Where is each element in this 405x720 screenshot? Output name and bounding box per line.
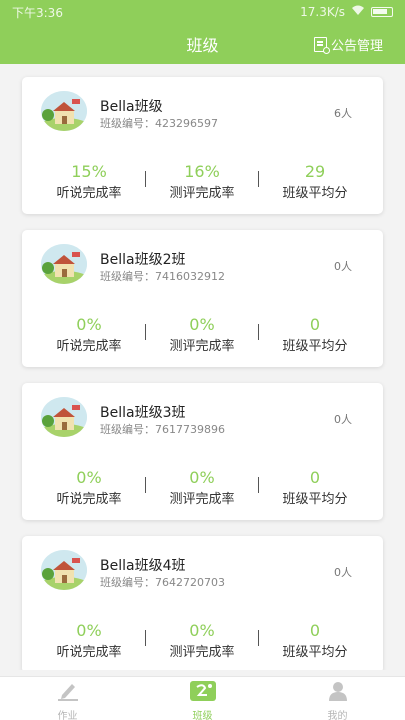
stat-value: 0% <box>189 468 215 487</box>
stat-label: 班级平均分 <box>282 492 348 507</box>
divider <box>145 171 146 187</box>
stat-label: 测评完成率 <box>169 186 235 201</box>
class-id: 班级编号：7642720703 <box>100 576 225 589</box>
stat-value: 29 <box>304 162 326 181</box>
stat-average: 29 班级平均分 <box>265 162 365 202</box>
class-avatar-icon <box>41 91 87 131</box>
stat-label: 听说完成率 <box>56 492 122 507</box>
stat-label: 班级平均分 <box>282 645 348 660</box>
network-speed: 17.3K/s <box>300 5 345 19</box>
notice-management-button[interactable]: 公告管理 <box>313 35 383 54</box>
stat-assessment: 0% 测评完成率 <box>152 315 252 355</box>
stat-listening: 0% 听说完成率 <box>39 315 139 355</box>
stat-listening: 15% 听说完成率 <box>39 162 139 202</box>
tab-label: 我的 <box>327 711 348 720</box>
class-avatar-icon <box>41 550 87 590</box>
member-count: 0人 <box>334 566 352 579</box>
stat-label: 班级平均分 <box>282 186 348 201</box>
status-bar: 下午3:36 17.3K/s <box>0 0 405 24</box>
class-card[interactable]: Bella班级2班 班级编号：7416032912 0人 0% 听说完成率 0%… <box>22 230 383 367</box>
stat-listening: 0% 听说完成率 <box>39 468 139 508</box>
page-title: 班级 <box>186 36 219 55</box>
stat-label: 听说完成率 <box>56 339 122 354</box>
stat-value: 0% <box>76 621 102 640</box>
stat-value: 0 <box>309 315 321 334</box>
stat-label: 测评完成率 <box>169 645 235 660</box>
class-avatar-icon <box>41 244 87 284</box>
divider <box>145 324 146 340</box>
class-name: Bella班级2班 <box>100 252 186 268</box>
member-count: 0人 <box>334 260 352 273</box>
wifi-icon <box>351 5 365 19</box>
class-card[interactable]: Bella班级4班 班级编号：7642720703 0人 0% 听说完成率 0%… <box>22 536 383 670</box>
class-icon <box>189 681 216 705</box>
member-count: 0人 <box>334 413 352 426</box>
stat-value: 0 <box>309 468 321 487</box>
stat-average: 0 班级平均分 <box>265 468 365 508</box>
class-name: Bella班级 <box>100 99 163 115</box>
member-count: 6人 <box>334 107 352 120</box>
stat-average: 0 班级平均分 <box>265 621 365 661</box>
stat-value: 15% <box>71 162 107 181</box>
title-bar: 班级 公告管理 <box>0 24 405 64</box>
profile-icon <box>328 681 348 705</box>
stat-value: 0% <box>76 315 102 334</box>
notice-icon <box>313 37 330 54</box>
class-card[interactable]: Bella班级 班级编号：423296597 6人 15% 听说完成率 16% … <box>22 77 383 214</box>
status-indicators: 17.3K/s <box>300 5 393 19</box>
stat-assessment: 0% 测评完成率 <box>152 621 252 661</box>
tab-homework[interactable]: 作业 <box>0 677 135 720</box>
divider <box>258 324 259 340</box>
stat-listening: 0% 听说完成率 <box>39 621 139 661</box>
status-time: 下午3:36 <box>12 5 63 20</box>
battery-icon <box>371 7 393 17</box>
tab-class[interactable]: 班级 <box>135 677 270 720</box>
class-name: Bella班级3班 <box>100 405 186 421</box>
stat-value: 16% <box>184 162 220 181</box>
divider <box>258 477 259 493</box>
class-list: Bella班级 班级编号：423296597 6人 15% 听说完成率 16% … <box>0 64 405 670</box>
divider <box>258 630 259 646</box>
class-id: 班级编号：423296597 <box>100 117 218 130</box>
homework-icon <box>57 681 79 705</box>
notice-management-label: 公告管理 <box>330 39 383 54</box>
stat-assessment: 16% 测评完成率 <box>152 162 252 202</box>
tab-label: 班级 <box>192 711 213 720</box>
stat-label: 听说完成率 <box>56 186 122 201</box>
class-name: Bella班级4班 <box>100 558 186 574</box>
bottom-tab-bar: 作业 班级 我的 <box>0 676 405 720</box>
stat-label: 听说完成率 <box>56 645 122 660</box>
stat-label: 测评完成率 <box>169 339 235 354</box>
tab-profile[interactable]: 我的 <box>270 677 405 720</box>
divider <box>145 477 146 493</box>
stat-assessment: 0% 测评完成率 <box>152 468 252 508</box>
stat-average: 0 班级平均分 <box>265 315 365 355</box>
class-card[interactable]: Bella班级3班 班级编号：7617739896 0人 0% 听说完成率 0%… <box>22 383 383 520</box>
stat-label: 班级平均分 <box>282 339 348 354</box>
class-id: 班级编号：7416032912 <box>100 270 225 283</box>
divider <box>145 630 146 646</box>
tab-label: 作业 <box>57 711 78 720</box>
class-id: 班级编号：7617739896 <box>100 423 225 436</box>
stat-value: 0 <box>309 621 321 640</box>
top-bar: 下午3:36 17.3K/s 班级 公告管理 <box>0 0 405 64</box>
divider <box>258 171 259 187</box>
class-avatar-icon <box>41 397 87 437</box>
stat-value: 0% <box>76 468 102 487</box>
stat-value: 0% <box>189 315 215 334</box>
stat-label: 测评完成率 <box>169 492 235 507</box>
stat-value: 0% <box>189 621 215 640</box>
